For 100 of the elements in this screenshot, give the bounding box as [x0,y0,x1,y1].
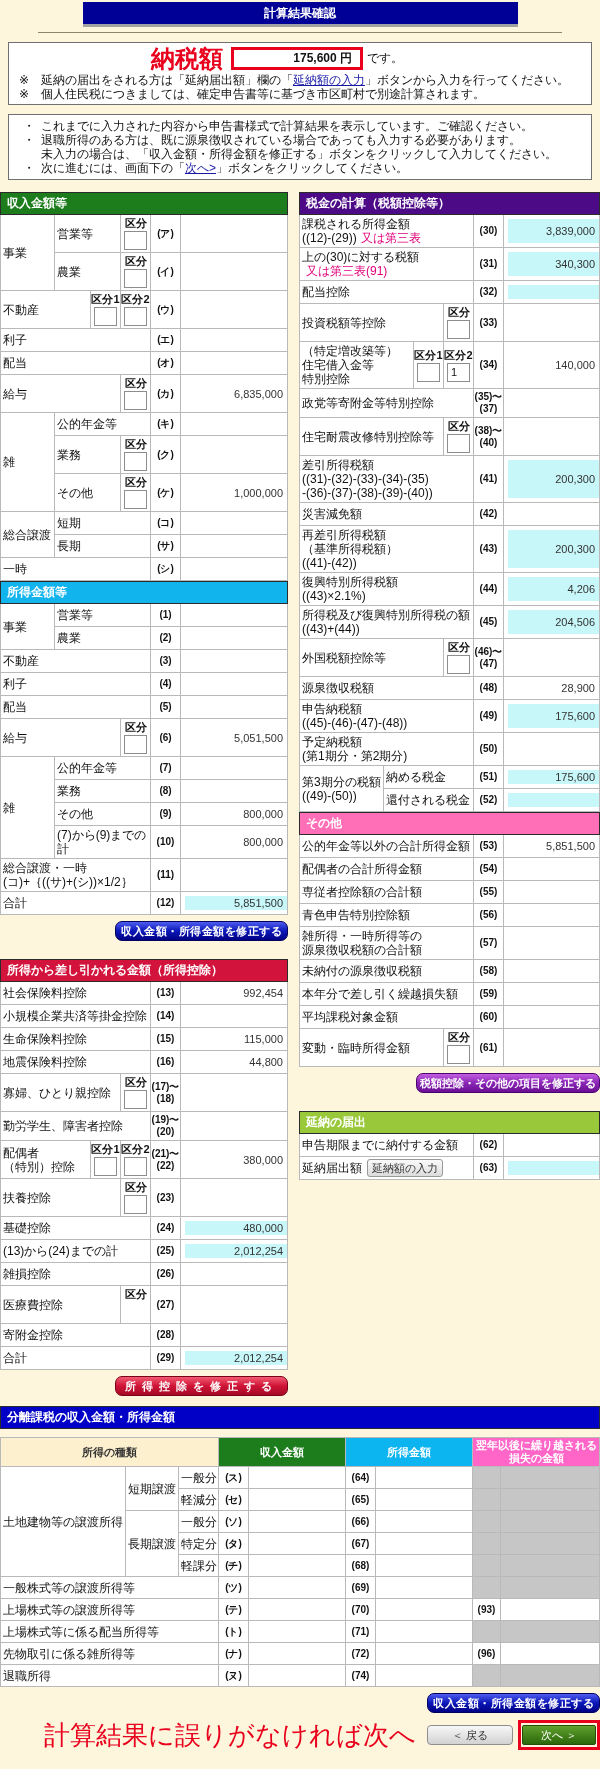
division-label: 区分 [124,476,147,489]
sentence-end-text: です。 [367,50,403,67]
line-code: (セ) [225,1493,242,1506]
amount-cell: 800,000 [181,826,288,859]
line-code: (71) [351,1625,370,1638]
row-label: 給与 [3,386,27,401]
group-label: 第3期分の税額 ((49)-(50)) [302,774,381,803]
line-code: (51) [479,771,498,783]
division-field [124,1090,147,1109]
row-label: (7)から(9)までの計 [57,828,148,856]
bullet-mark: ・ [23,161,35,175]
line-code: (シ) [157,563,174,575]
row-label: 本年分で差し引く繰越損失額 [302,987,458,1001]
line-code: (17)〜(18) [151,1080,180,1105]
row-label: 退職所得 [3,1668,51,1683]
line-code: (55) [479,886,498,898]
division-label: 区分1 [414,348,443,362]
edit-button[interactable]: 収入金額・所得金額を修正する [115,921,288,941]
division-label: 区分 [124,377,147,390]
line-code: (オ) [157,357,174,369]
line-code: (53) [479,840,498,852]
row-label: 納める税金 [386,770,446,784]
line-code: (4) [159,678,172,690]
line-code: (72) [351,1647,370,1660]
line-code: (6) [159,731,172,744]
line-code: (7) [159,762,172,774]
row-label: （特定増改築等） [302,344,398,358]
amount-cell: 175,600 [504,766,600,789]
prompt-text: 計算結果に誤りがなければ次へ [44,1719,416,1751]
line-code: (ナ) [225,1647,242,1660]
division-field [447,655,470,674]
amount-cell: 992,454 [181,982,288,1005]
line-code: (52) [479,794,498,806]
row-label: 不動産 [3,654,39,668]
row-label: 青色申告特別控除額 [302,908,410,922]
row-label: 軽減分 [180,1492,217,1507]
row-label: （基準所得税額） [302,542,398,556]
back-button[interactable]: ＜ 戻る [427,1725,513,1745]
row-label: 再差引所得税額 [302,528,386,542]
edit-button[interactable]: 所得控除を修正する [115,1376,288,1396]
division-field [94,307,117,326]
line-code: (35)〜(37) [474,391,503,415]
entry-button[interactable]: 延納額の入力 [367,1159,443,1177]
line-code: (10) [156,836,175,848]
section-header: 収入金額等 [0,192,288,215]
row-label: 一般分 [180,1514,217,1529]
row-label: 業務 [57,784,81,798]
line-code: (45) [479,616,498,628]
note-text: 延納の届出をされる方は「延納届出額」欄の「延納額の入力」ボタンから入力を行ってください。 [41,73,569,87]
amount-cell: 200,300 [504,526,600,573]
line-code: (チ) [225,1559,242,1572]
line-code: (21)〜(22) [151,1147,180,1172]
division-label: 区分2 [121,293,150,306]
division-label: 区分 [447,1031,470,1044]
division-field [94,1157,117,1176]
row-label: 源泉徴収税額の合計額 [302,943,422,957]
row-label: 一時 [3,562,27,576]
next-button[interactable]: 次へ ＞ [522,1725,596,1745]
line-code: (65) [351,1493,370,1506]
row-label: 外国税額控除等 [302,650,386,665]
line-code: (59) [479,988,498,1000]
line-code: (9) [159,808,172,820]
line-code: (8) [159,785,172,797]
line-code: (48) [479,682,498,694]
text-link[interactable]: 次へ> [185,161,216,175]
note-text: 個人住民税につきましては、確定申告書等に基づき市区町村で別途計算されます。 [41,87,485,101]
row-label: 上場株式等に係る配当所得等 [3,1624,159,1639]
line-code: (12) [156,897,175,909]
line-code: (ツ) [225,1581,242,1594]
section-header: 分離課税の収入金額・所得金額 [0,1406,600,1429]
line-code: (29) [156,1352,175,1364]
row-label: 勤労学生、障害者控除 [3,1119,123,1133]
group-label: 雑 [3,455,15,469]
division-field [447,320,470,339]
line-code: (24) [156,1222,175,1234]
row-label: 復興特別所得税額 ((43)×2.1%) [302,575,398,603]
division-label: 区分2 [444,348,473,362]
row-label: 配当 [3,356,27,370]
edit-button[interactable]: 税額控除・その他の項目を修正する [416,1073,600,1093]
section-header: その他 [299,812,600,835]
line-code: (46)〜(47) [474,645,503,670]
row-label: 住宅借入金等 [302,358,374,372]
group-label: 長期譲渡 [128,1536,176,1551]
division-label: 区分2 [121,1143,150,1156]
line-code: (33) [479,316,498,329]
row-label: 短期 [57,516,81,530]
text-link[interactable]: 延納額の入力 [293,73,365,87]
division-field [447,434,470,453]
row-label: 給与 [3,730,27,745]
row-label: 申告期限までに納付する金額 [302,1138,458,1152]
edit-button[interactable]: 収入金額・所得金額を修正する [427,1693,600,1713]
line-code: (69) [351,1581,370,1594]
line-code: (56) [479,909,498,921]
row-label: 長期 [57,539,81,553]
row-label: 公的年金等 [57,417,117,431]
group-label: 雑 [3,800,15,815]
column-header: 収入金額 [219,1438,346,1467]
division-field [124,452,147,471]
division-field [124,490,147,509]
line-code: (68) [351,1559,370,1572]
